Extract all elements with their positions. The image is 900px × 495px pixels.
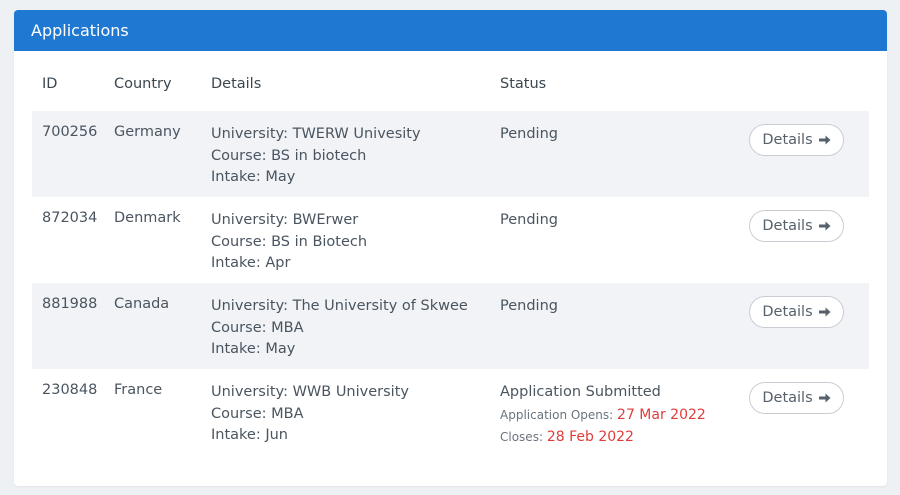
row-status: Pending	[500, 124, 739, 197]
row-status: Pending	[500, 296, 739, 369]
applications-card: Applications ID Country Details Status 7…	[14, 10, 887, 486]
arrow-right-icon	[818, 135, 831, 145]
row-action: Details	[739, 296, 869, 369]
row-details: University: TWERW Univesity Course: BS i…	[211, 124, 500, 197]
status-text: Pending	[500, 212, 558, 228]
row-action: Details	[739, 124, 869, 197]
status-text: Pending	[500, 126, 558, 142]
details-button-label: Details	[762, 390, 813, 406]
opens-date: 27 Mar 2022	[617, 406, 706, 423]
closes-date: 28 Feb 2022	[546, 428, 634, 445]
row-country: France	[114, 382, 163, 398]
row-action: Details	[739, 382, 869, 455]
details-button[interactable]: Details	[749, 382, 844, 414]
details-button[interactable]: Details	[749, 124, 844, 156]
row-id: 230848	[42, 382, 98, 398]
opens-label: Application Opens:	[500, 407, 614, 422]
row-details: University: BWErwer Course: BS in Biotec…	[211, 210, 500, 283]
table-row: 230848 France University: WWB University…	[32, 369, 869, 455]
row-intake: Intake: Apr	[211, 255, 291, 271]
table-header: ID Country Details Status	[32, 76, 869, 111]
table-row: 700256 Germany University: TWERW Univesi…	[32, 111, 869, 197]
card-title: Applications	[31, 21, 129, 40]
details-button-label: Details	[762, 304, 813, 320]
row-university: University: BWErwer	[211, 212, 359, 228]
details-button[interactable]: Details	[749, 210, 844, 242]
arrow-right-icon	[818, 221, 831, 231]
details-button-label: Details	[762, 218, 813, 234]
row-university: University: WWB University	[211, 384, 409, 400]
row-status: Application Submitted Application Opens:…	[500, 382, 739, 455]
row-details: University: WWB University Course: MBA I…	[211, 382, 500, 455]
application-opens: Application Opens: 27 Mar 2022	[500, 404, 739, 426]
row-course: Course: BS in Biotech	[211, 233, 368, 250]
details-button-label: Details	[762, 132, 813, 148]
column-header-country: Country	[114, 76, 172, 92]
row-course: Course: MBA	[211, 405, 304, 422]
column-header-details: Details	[211, 76, 262, 92]
row-details: University: The University of Skwee Cour…	[211, 296, 500, 369]
application-closes: Closes: 28 Feb 2022	[500, 426, 739, 448]
arrow-right-icon	[818, 393, 831, 403]
row-status: Pending	[500, 210, 739, 283]
row-id: 700256	[42, 124, 98, 140]
row-university: University: TWERW Univesity	[211, 126, 421, 142]
row-action: Details	[739, 210, 869, 283]
arrow-right-icon	[818, 307, 831, 317]
table-row: 872034 Denmark University: BWErwer Cours…	[32, 197, 869, 283]
row-course: Course: MBA	[211, 319, 304, 336]
row-university: University: The University of Skwee	[211, 298, 468, 314]
status-text: Application Submitted	[500, 384, 661, 400]
table-row: 881988 Canada University: The University…	[32, 283, 869, 369]
column-header-status: Status	[500, 76, 547, 92]
row-country: Canada	[114, 296, 170, 312]
row-intake: Intake: May	[211, 169, 296, 185]
details-button[interactable]: Details	[749, 296, 844, 328]
applications-table: ID Country Details Status 700256 Germany…	[32, 76, 869, 455]
row-course: Course: BS in biotech	[211, 147, 367, 164]
closes-label: Closes:	[500, 429, 543, 444]
row-id: 872034	[42, 210, 98, 226]
status-text: Pending	[500, 298, 558, 314]
row-intake: Intake: May	[211, 341, 296, 357]
row-id: 881988	[42, 296, 98, 312]
row-intake: Intake: Jun	[211, 427, 288, 443]
column-header-id: ID	[42, 76, 58, 92]
row-country: Germany	[114, 124, 181, 140]
row-country: Denmark	[114, 210, 181, 226]
card-header: Applications	[14, 10, 887, 51]
